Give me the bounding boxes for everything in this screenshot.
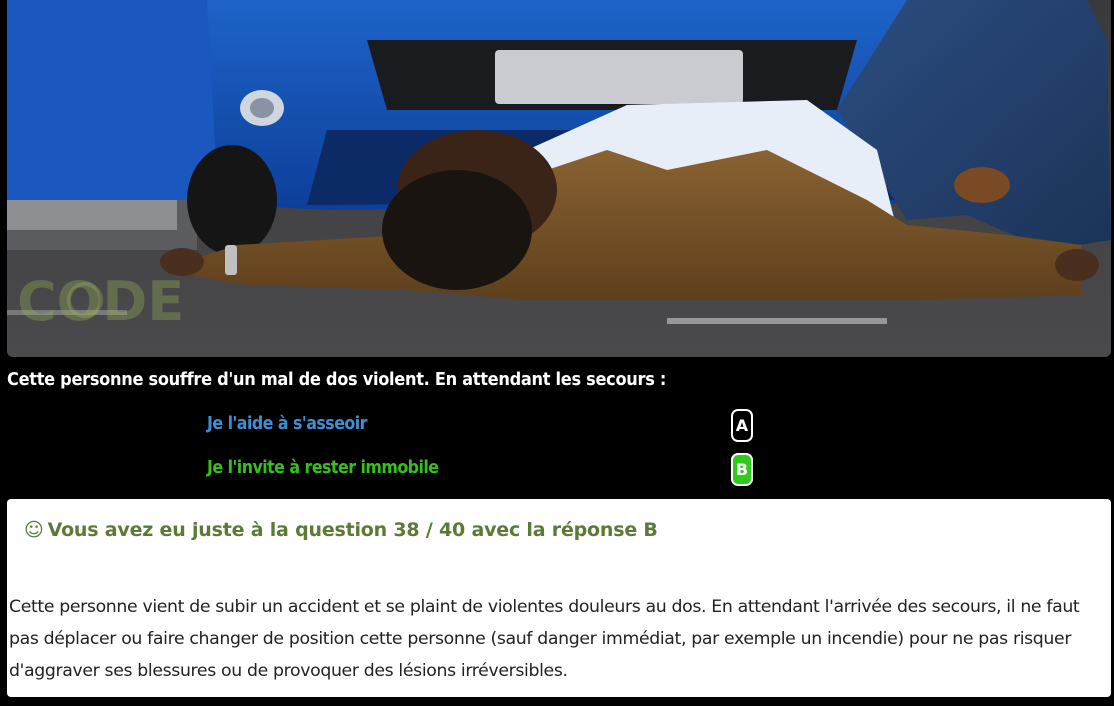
answer-b-label: Je l'invite à rester immobile (207, 457, 439, 478)
answer-b-key-button[interactable]: B (731, 453, 753, 486)
quiz-page: CODE Cette personne souffre d'un mal de … (0, 0, 1114, 706)
result-title-text: Vous avez eu juste à la question 38 / 40… (47, 519, 658, 541)
answer-a-key-button[interactable]: A (731, 409, 753, 442)
answer-option-a[interactable]: Je l'aide à s'asseoir A (207, 409, 757, 443)
answer-option-b[interactable]: Je l'invite à rester immobile B (207, 453, 757, 487)
smile-icon: ☺ (24, 519, 44, 541)
result-title: ☺ Vous avez eu juste à la question 38 / 4… (24, 519, 658, 541)
answer-a-label: Je l'aide à s'asseoir (207, 413, 367, 434)
result-panel: ☺ Vous avez eu juste à la question 38 / 4… (7, 499, 1111, 697)
result-explanation: Cette personne vient de subir un acciden… (9, 597, 1080, 681)
question-text: Cette personne souffre d'un mal de dos v… (7, 369, 667, 390)
question-photo: CODE (7, 0, 1111, 357)
